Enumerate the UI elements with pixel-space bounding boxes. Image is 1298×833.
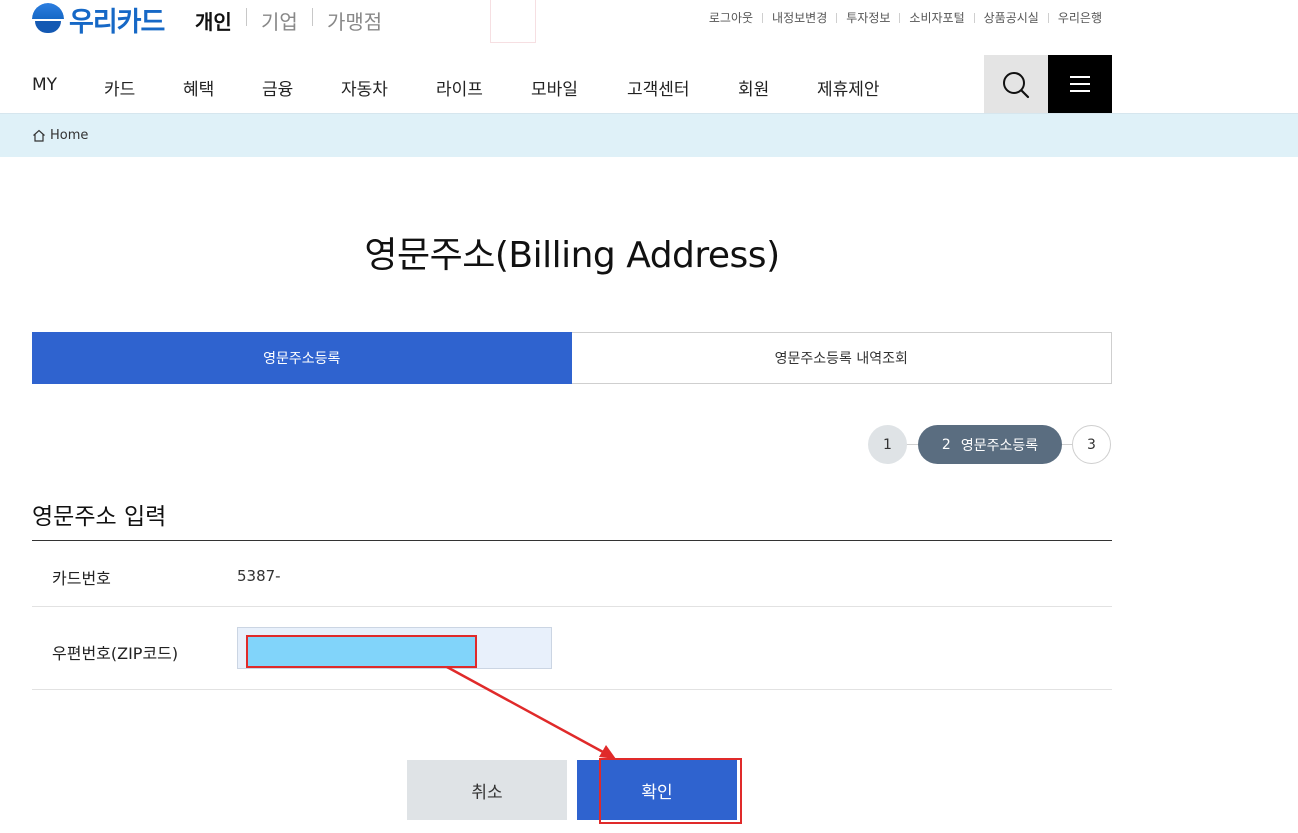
annotation-arrow-icon — [446, 665, 616, 759]
